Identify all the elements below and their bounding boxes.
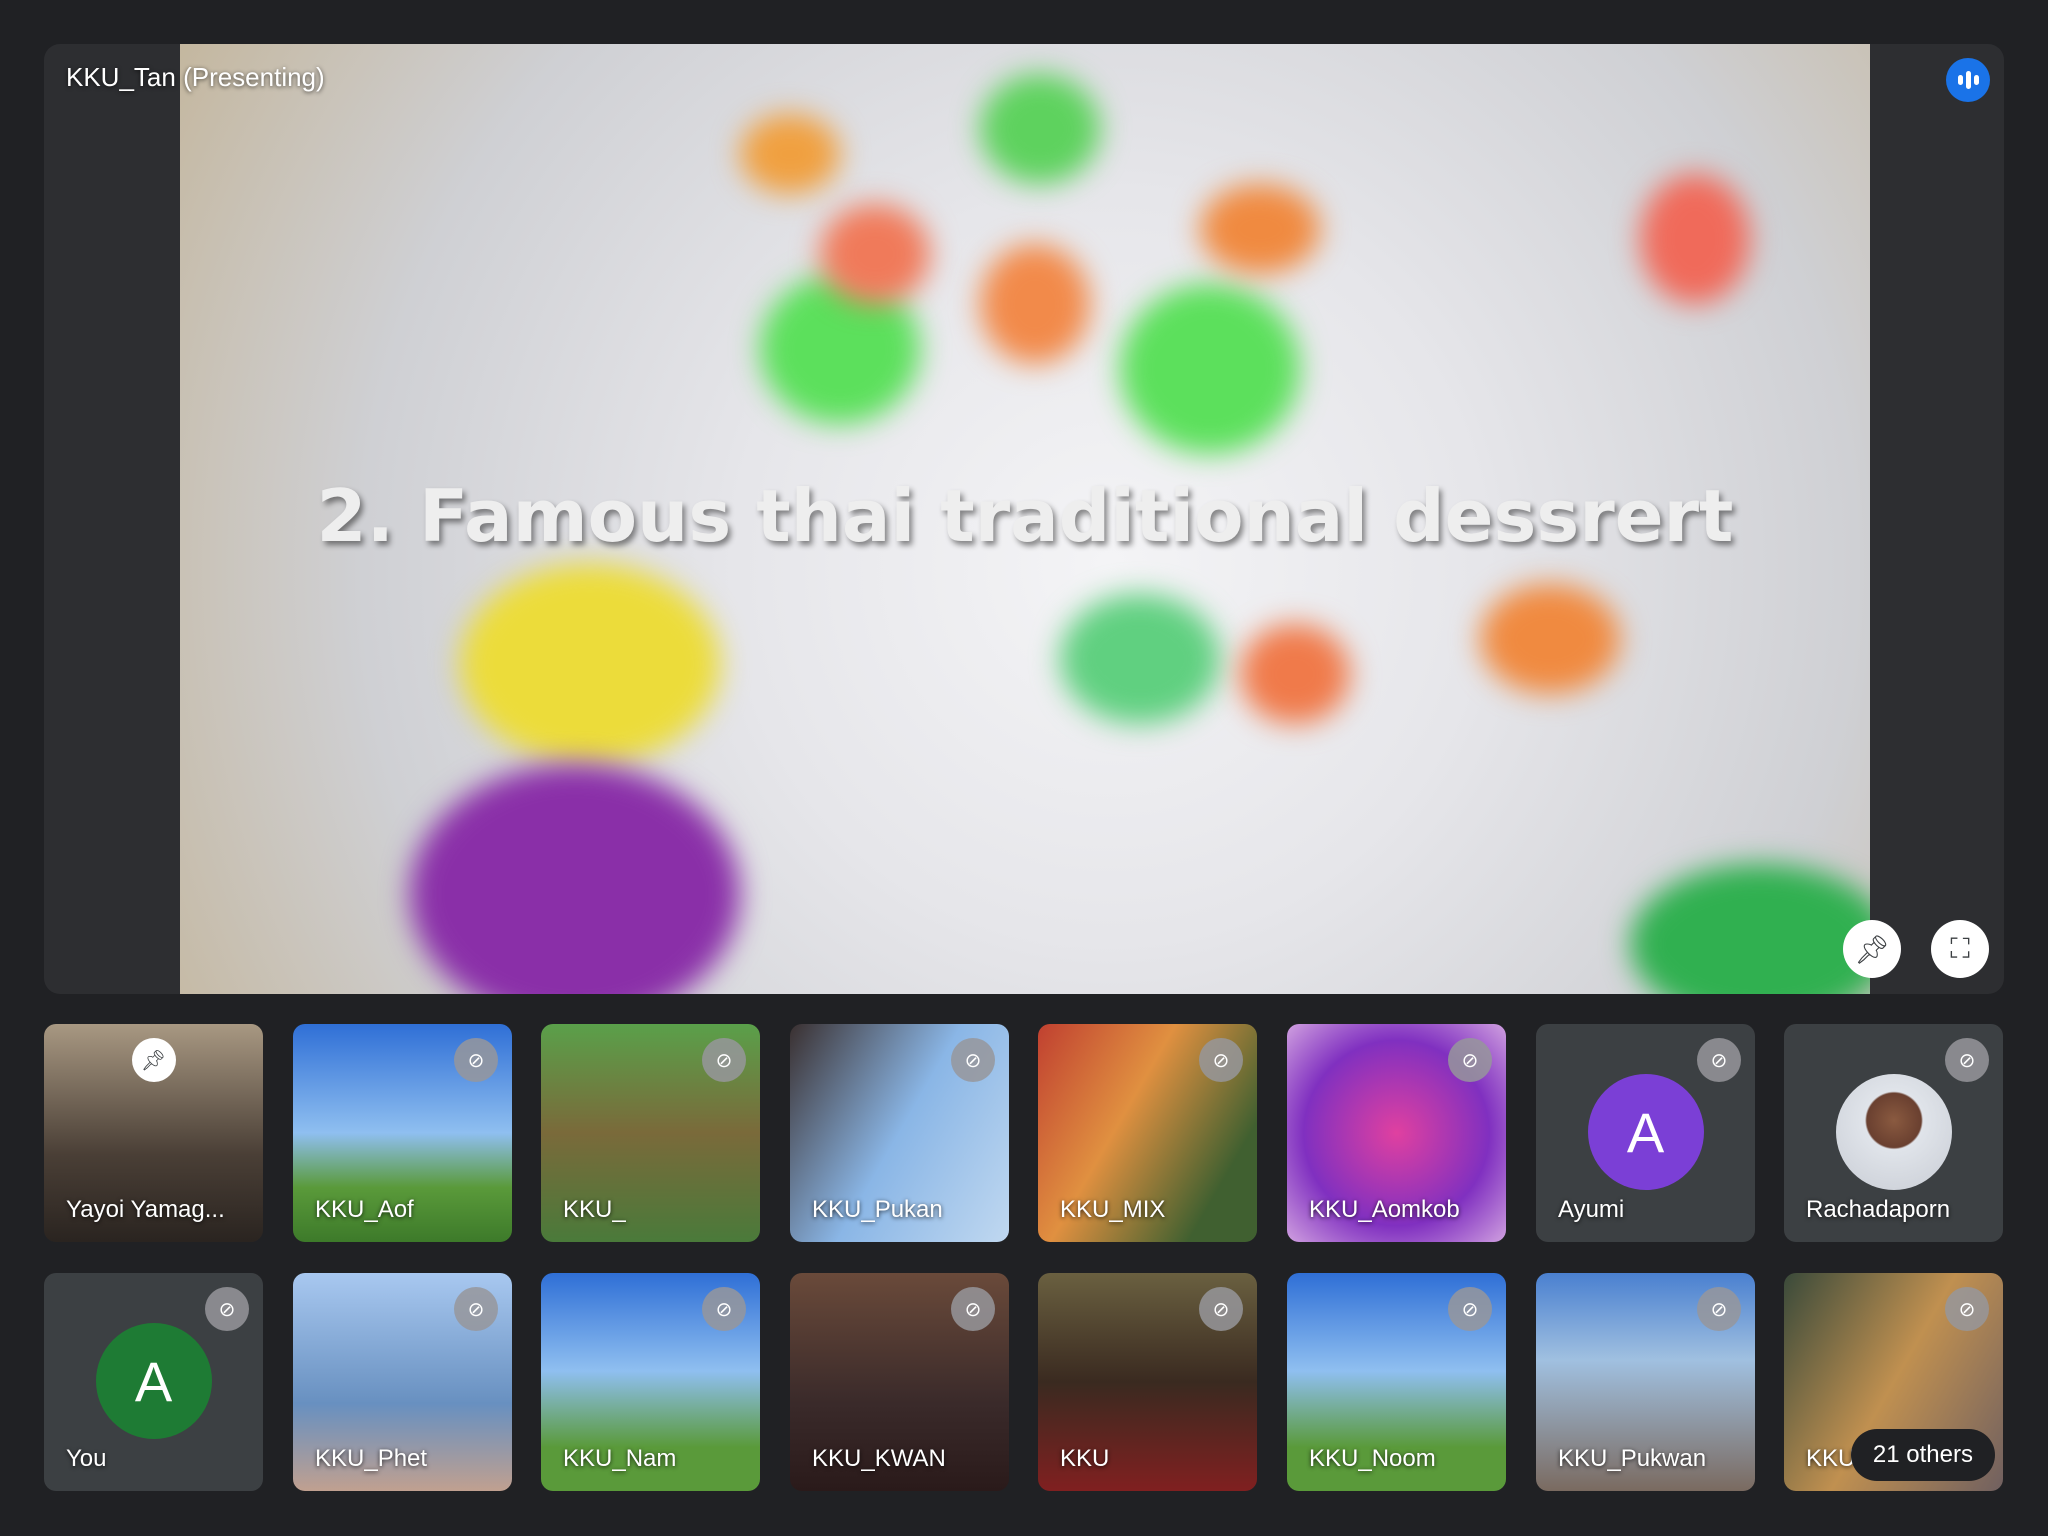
slide-title: 2. Famous thai traditional dessrert [316, 474, 1734, 558]
participant-tile[interactable]: ⊘ KKU_KWAN [790, 1273, 1009, 1491]
mic-off-icon: ⊘ [951, 1038, 995, 1082]
participant-name: KKU_Pukan [812, 1196, 943, 1223]
mic-off-icon: ⊘ [205, 1287, 249, 1331]
participant-name: Yayoi Yamag... [66, 1196, 225, 1223]
participant-tile[interactable]: A ⊘ You [44, 1273, 263, 1491]
participant-name: Ayumi [1558, 1196, 1625, 1223]
participant-tile[interactable]: ⊘ KKU_Pukwan [1536, 1273, 1755, 1491]
participant-name: You [66, 1445, 107, 1472]
mic-off-icon: ⊘ [1945, 1287, 1989, 1331]
participant-name: KKU_Phet [315, 1445, 428, 1472]
participant-tile[interactable]: ⊘ KKU_MIX [1038, 1024, 1257, 1242]
mic-off-icon: ⊘ [1697, 1287, 1741, 1331]
participant-tile[interactable]: A ⊘ Ayumi [1536, 1024, 1755, 1242]
participant-name: KKU_Nam [563, 1445, 677, 1472]
participant-name: KKU_Aomkob [1309, 1196, 1460, 1223]
mic-off-icon: ⊘ [454, 1038, 498, 1082]
participant-tile[interactable]: 📌︎ Yayoi Yamag... [44, 1024, 263, 1242]
participant-name: KKU_Noom [1309, 1445, 1436, 1472]
unpin-icon[interactable]: 📌︎ [1843, 920, 1901, 978]
participant-tile[interactable]: ⊘ KKU_Nam [541, 1273, 760, 1491]
participant-tile[interactable]: ⊘ KKU_Phet [293, 1273, 512, 1491]
avatar: A [95, 1323, 212, 1439]
participant-tile[interactable]: ⊘ KKU_Noom [1287, 1273, 1506, 1491]
mic-off-icon: ⊘ [951, 1287, 995, 1331]
participant-name: KKU_Pukwan [1558, 1445, 1707, 1472]
participant-name: Rachadaporn [1806, 1196, 1951, 1223]
presenter-name: KKU_Tan (Presenting) [66, 62, 325, 92]
mic-off-icon: ⊘ [702, 1038, 746, 1082]
presenter-stage: 2. Famous thai traditional dessrert KKU_… [44, 44, 2004, 994]
participant-tile[interactable]: ⊘ Rachadaporn [1784, 1024, 2003, 1242]
participant-name: KKU_KWAN [812, 1445, 946, 1472]
mic-off-icon: ⊘ [1448, 1287, 1492, 1331]
participant-name: KKU_MIX [1060, 1196, 1166, 1223]
others-button[interactable]: 21 others [1850, 1429, 1995, 1481]
mic-off-icon: ⊘ [1448, 1038, 1492, 1082]
avatar: A [1587, 1074, 1704, 1190]
mic-off-icon: ⊘ [454, 1287, 498, 1331]
presentation-slide: 2. Famous thai traditional dessrert [180, 44, 1870, 994]
participant-name: KKU [1060, 1445, 1110, 1472]
fullscreen-icon[interactable]: ⛶ [1931, 920, 1989, 978]
pin-icon[interactable]: 📌︎ [131, 1038, 176, 1082]
participant-tile[interactable]: ⊘ KKU [1038, 1273, 1257, 1491]
mic-off-icon: ⊘ [1199, 1038, 1243, 1082]
avatar [1835, 1074, 1952, 1190]
mic-off-icon: ⊘ [1697, 1038, 1741, 1082]
participant-tile[interactable]: ⊘ KKU 21 others [1784, 1273, 2003, 1491]
mic-off-icon: ⊘ [1945, 1038, 1989, 1082]
participant-tile[interactable]: ⊘ KKU_Pukan [790, 1024, 1009, 1242]
mic-off-icon: ⊘ [702, 1287, 746, 1331]
participant-tile[interactable]: ⊘ KKU_Aof [293, 1024, 512, 1242]
participant-name: KKU [1806, 1445, 1856, 1472]
participant-tile[interactable]: ⊘ KKU_Aomkob [1287, 1024, 1506, 1242]
participant-name: KKU_Aof [315, 1196, 414, 1223]
participant-name: KKU_ [563, 1196, 626, 1223]
mic-off-icon: ⊘ [1199, 1287, 1243, 1331]
participant-tile[interactable]: ⊘ KKU_ [541, 1024, 760, 1242]
speaking-indicator-icon [1946, 58, 1990, 102]
